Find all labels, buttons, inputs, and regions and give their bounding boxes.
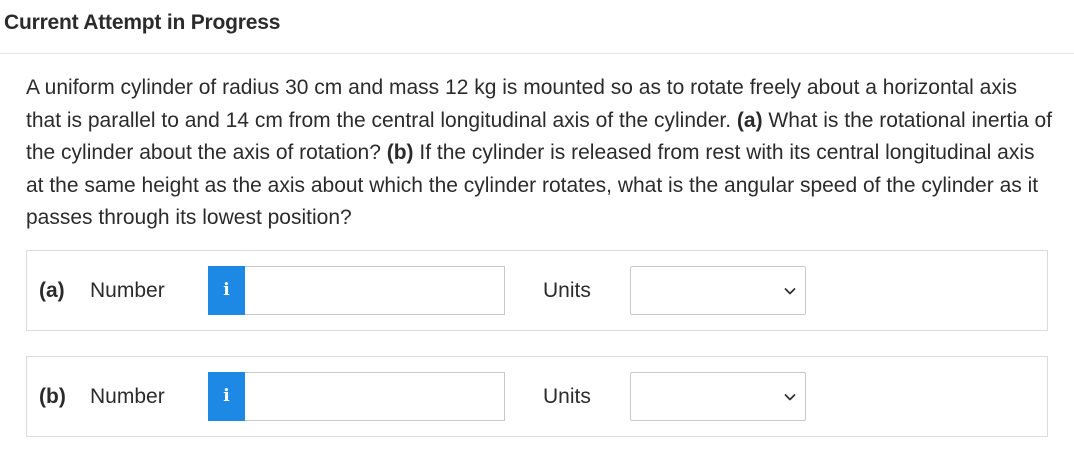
number-input-b[interactable] — [245, 372, 505, 421]
number-label: Number — [90, 385, 165, 408]
part-b-marker: (b) — [386, 141, 414, 164]
part-label: (b) — [39, 385, 66, 408]
question-text: A uniform cylinder of radius 30 cm and m… — [26, 72, 1056, 235]
units-select-b[interactable] — [630, 372, 806, 421]
info-icon[interactable]: i — [208, 266, 245, 315]
units-select-a[interactable] — [630, 266, 806, 315]
number-input-a[interactable] — [245, 266, 505, 315]
page-title: Current Attempt in Progress — [4, 11, 281, 34]
answer-row-b: (b) Number i Units — [26, 356, 1048, 437]
header: Current Attempt in Progress — [0, 0, 1074, 54]
info-icon[interactable]: i — [208, 372, 245, 421]
number-label: Number — [90, 279, 165, 302]
part-a-marker: (a) — [736, 108, 763, 132]
chevron-down-icon — [784, 394, 796, 401]
part-label: (a) — [39, 279, 65, 302]
units-label: Units — [543, 279, 591, 302]
units-label: Units — [543, 385, 591, 408]
answer-row-a: (a) Number i Units — [26, 250, 1048, 331]
chevron-down-icon — [784, 288, 796, 295]
